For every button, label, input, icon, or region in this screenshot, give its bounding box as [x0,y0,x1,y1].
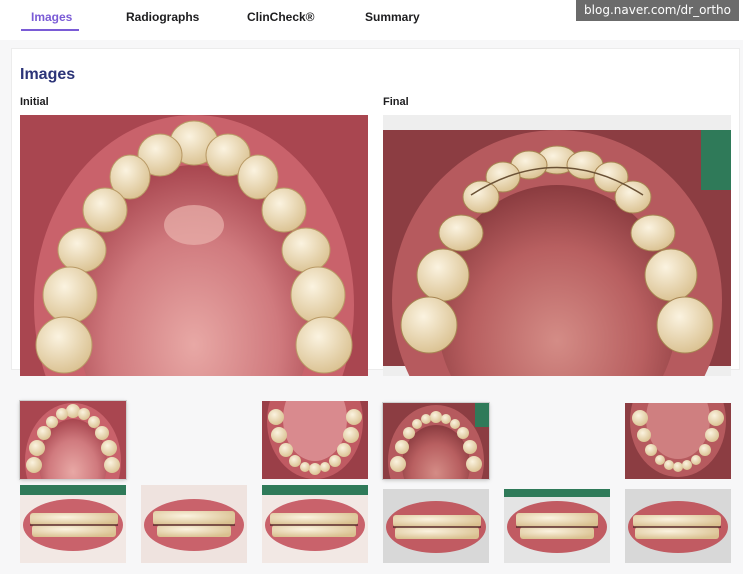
tab-radiographs[interactable]: Radiographs [126,10,199,24]
section-title: Images [20,66,76,83]
initial-thumb-lower-occlusal[interactable] [262,401,368,479]
final-thumb-right-buccal[interactable] [383,489,489,563]
initial-label: Initial [20,96,49,108]
tab-clincheck[interactable]: ClinCheck® [247,10,315,24]
final-thumb-lower-occlusal[interactable] [625,403,731,479]
tab-images[interactable]: Images [31,10,72,24]
final-thumb-left-buccal[interactable] [625,489,731,563]
final-label: Final [383,96,409,108]
watermark: blog.naver.com/dr_ortho [576,0,739,21]
final-thumb-frontal[interactable] [504,489,610,563]
final-main-photo [383,115,731,376]
tab-summary[interactable]: Summary [365,10,420,24]
active-tab-indicator [21,29,79,31]
initial-thumb-upper-occlusal[interactable] [20,401,126,479]
initial-main-photo [20,115,368,376]
final-thumb-upper-occlusal[interactable] [383,403,489,479]
initial-thumb-frontal[interactable] [141,485,247,563]
initial-thumb-right-buccal[interactable] [20,485,126,563]
initial-thumb-left-buccal[interactable] [262,485,368,563]
